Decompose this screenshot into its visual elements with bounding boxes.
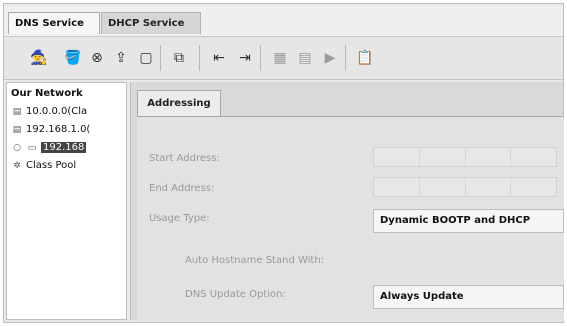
grid-icon[interactable]: ▦ [269, 47, 291, 69]
end-address-field[interactable] [373, 177, 557, 197]
paint-icon[interactable]: 🪣 [62, 47, 84, 69]
tab-dhcp-service[interactable]: DHCP Service [101, 12, 201, 34]
tree-item-label: Class Pool [26, 160, 77, 171]
toolbar-separator [199, 45, 200, 71]
copy-icon[interactable]: ⧉ [168, 47, 190, 69]
usage-type-label: Usage Type: [149, 213, 210, 224]
ip-octet[interactable] [511, 178, 556, 196]
ip-octet[interactable] [466, 178, 512, 196]
ip-octet[interactable] [466, 148, 512, 166]
tab-addressing[interactable]: Addressing [137, 90, 221, 117]
tree-item-network-2[interactable]: ▤ 192.168.1.0( [11, 123, 123, 137]
play-icon[interactable]: ▶ [319, 47, 341, 69]
grid2-icon[interactable]: ▤ [294, 47, 316, 69]
tab-dns-service[interactable]: DNS Service [8, 12, 100, 34]
move-out-icon[interactable]: ⇥ [234, 47, 256, 69]
circle-x-icon[interactable]: ⊗ [86, 47, 108, 69]
service-tabbar: DNS Service DHCP Service [4, 6, 563, 37]
toolbar-separator [345, 45, 346, 71]
wizard-icon[interactable]: 🧙 [28, 47, 50, 69]
addressing-content: Start Address: End Address: Usage Type: … [137, 116, 564, 321]
dns-update-option-select[interactable]: Always Update [373, 285, 564, 309]
network-icon: ▭ [27, 143, 37, 153]
properties-panel: Addressing Start Address: End Address: U… [130, 82, 564, 321]
network-icon: ▤ [12, 125, 22, 135]
toolbar-separator [160, 45, 161, 71]
report-icon[interactable]: 📋 [354, 47, 376, 69]
tree-item-our-network[interactable]: Our Network [11, 87, 123, 101]
end-address-label: End Address: [149, 183, 215, 194]
start-address-field[interactable] [373, 147, 557, 167]
import-icon[interactable]: ⇪ [110, 47, 132, 69]
usage-type-select[interactable]: Dynamic BOOTP and DHCP [373, 209, 564, 233]
ip-octet[interactable] [511, 148, 556, 166]
tree-item-label: 192.168.1.0( [26, 124, 91, 135]
toolbar-separator [260, 45, 261, 71]
tree-item-network-selected[interactable]: ○ ▭ 192.168 [11, 141, 123, 155]
ip-octet[interactable] [420, 148, 466, 166]
ip-octet[interactable] [374, 148, 420, 166]
ip-octet[interactable] [420, 178, 466, 196]
network-icon: ▤ [12, 107, 22, 117]
tree-item-class-pool[interactable]: ✲ Class Pool [11, 159, 123, 173]
pool-icon: ✲ [13, 161, 21, 171]
network-tree: Our Network ▤ 10.0.0.0(Cla ▤ 192.168.1.0( … [6, 82, 127, 320]
move-in-icon[interactable]: ⇤ [208, 47, 230, 69]
toolbar: 🧙 🪣 ⊗ ⇪ ▢ ⧉ ⇤ ⇥ ▦ ▤ ▶ 📋 [4, 37, 563, 80]
window-icon[interactable]: ▢ [135, 47, 157, 69]
tree-item-label: Our Network [11, 88, 83, 99]
tree-item-label: 192.168 [41, 142, 87, 153]
tree-item-label: 10.0.0.0(Cla [26, 106, 88, 117]
start-address-label: Start Address: [149, 153, 220, 164]
expand-icon: ○ [13, 143, 21, 153]
ip-octet[interactable] [374, 178, 420, 196]
auto-hostname-label: Auto Hostname Stand With: [185, 255, 325, 266]
tree-item-network-1[interactable]: ▤ 10.0.0.0(Cla [11, 105, 123, 119]
dns-update-option-label: DNS Update Option: [185, 289, 286, 300]
